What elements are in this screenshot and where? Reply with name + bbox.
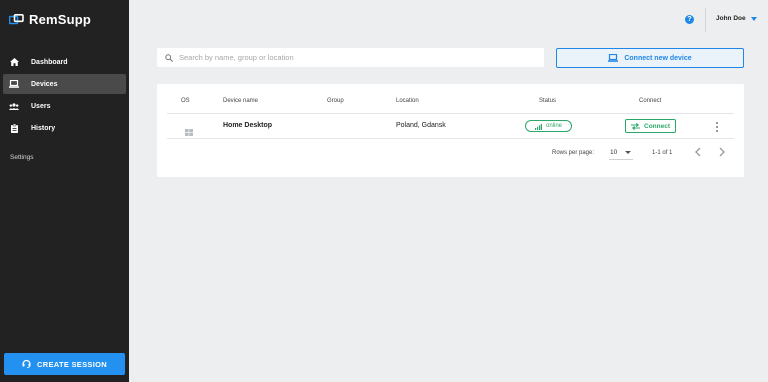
rows-per-page-label: Rows per page: bbox=[552, 150, 595, 156]
search-box[interactable] bbox=[157, 48, 544, 67]
sidebar: RemSupp Dashboard Devices Users History … bbox=[0, 0, 129, 382]
rows-per-page-value: 10 bbox=[610, 149, 618, 156]
header-divider bbox=[705, 8, 706, 32]
more-vertical-icon[interactable] bbox=[714, 121, 720, 133]
device-name[interactable]: Home Desktop bbox=[223, 122, 272, 129]
devices-table: OS Device name Group Location Status Con… bbox=[157, 84, 744, 177]
chevron-right-icon bbox=[719, 144, 725, 162]
create-session-button[interactable]: CREATE SESSION bbox=[4, 353, 125, 375]
chevron-left-icon bbox=[695, 144, 701, 162]
sidebar-item-devices[interactable]: Devices bbox=[3, 74, 126, 94]
chevron-down-icon bbox=[625, 151, 632, 154]
swap-arrows-icon bbox=[631, 117, 640, 135]
header-divider-line bbox=[167, 113, 734, 114]
column-header-status[interactable]: Status bbox=[539, 98, 556, 104]
sidebar-item-label: Users bbox=[31, 102, 51, 110]
sidebar-item-label: Dashboard bbox=[31, 58, 68, 66]
status-label: online bbox=[545, 123, 562, 129]
connect-button[interactable]: Connect bbox=[625, 119, 676, 133]
laptop-icon bbox=[608, 49, 619, 67]
signal-icon bbox=[534, 117, 542, 135]
search-input[interactable] bbox=[179, 53, 529, 62]
device-location: Poland, Gdansk bbox=[396, 122, 446, 129]
app-logo[interactable]: RemSupp bbox=[9, 12, 91, 27]
column-header-connect: Connect bbox=[639, 98, 662, 104]
clipboard-icon bbox=[9, 123, 19, 133]
connect-button-label: Connect bbox=[644, 122, 670, 130]
laptop-icon bbox=[9, 79, 19, 89]
sidebar-item-dashboard[interactable]: Dashboard bbox=[3, 52, 126, 72]
sidebar-item-label: History bbox=[31, 124, 56, 132]
connect-new-device-button[interactable]: Connect new device bbox=[556, 48, 744, 68]
previous-page-button[interactable] bbox=[692, 146, 704, 160]
home-icon bbox=[9, 57, 19, 67]
create-session-label: CREATE SESSION bbox=[37, 359, 107, 369]
search-icon bbox=[165, 49, 173, 67]
users-icon bbox=[9, 101, 19, 111]
next-page-button[interactable] bbox=[716, 146, 728, 160]
connect-new-device-label: Connect new device bbox=[624, 54, 692, 62]
sidebar-settings-link[interactable]: Settings bbox=[10, 154, 34, 161]
user-menu[interactable]: John Doe bbox=[716, 15, 757, 22]
rows-per-page-select[interactable]: 10 bbox=[609, 146, 633, 160]
headset-icon bbox=[22, 355, 31, 373]
column-header-os[interactable]: OS bbox=[181, 98, 190, 104]
pagination-range: 1-1 of 1 bbox=[652, 150, 673, 156]
column-header-location[interactable]: Location bbox=[396, 98, 419, 104]
user-name: John Doe bbox=[716, 15, 746, 22]
status-badge: online bbox=[525, 120, 572, 132]
chevron-down-icon bbox=[750, 16, 757, 21]
sidebar-item-history[interactable]: History bbox=[3, 118, 126, 138]
remsupp-logo-icon bbox=[9, 14, 24, 25]
sidebar-item-users[interactable]: Users bbox=[3, 96, 126, 116]
app-name: RemSupp bbox=[29, 12, 92, 27]
column-header-group[interactable]: Group bbox=[327, 98, 344, 104]
column-header-device-name[interactable]: Device name bbox=[223, 98, 258, 104]
help-icon[interactable]: ? bbox=[685, 15, 694, 24]
sidebar-item-label: Devices bbox=[31, 80, 58, 88]
row-divider-line bbox=[167, 138, 734, 139]
